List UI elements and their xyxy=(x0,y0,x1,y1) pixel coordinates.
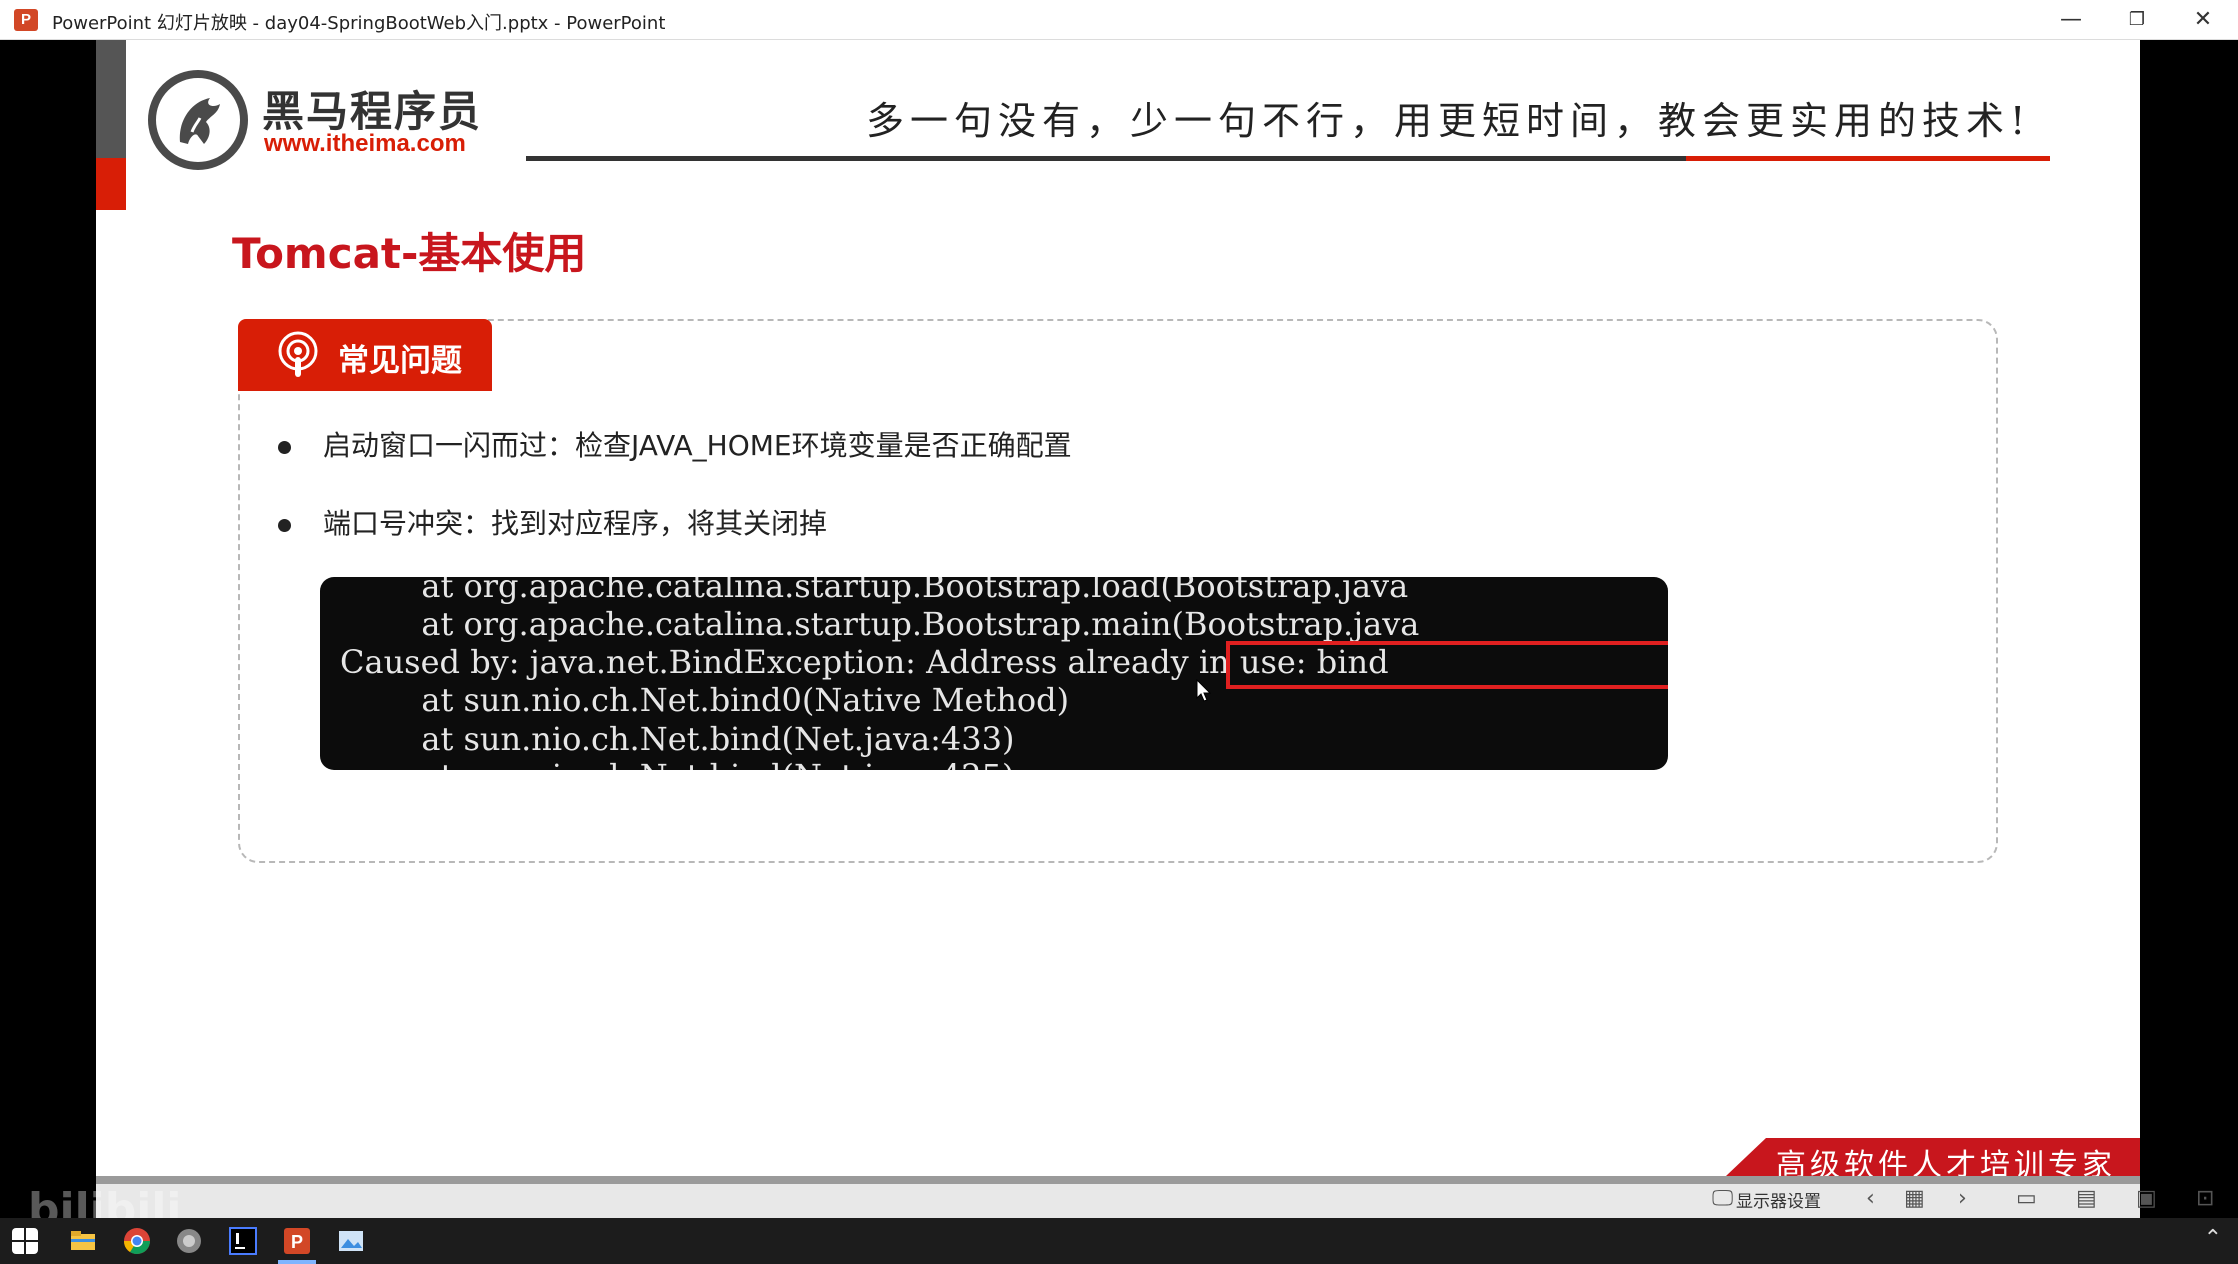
podcast-icon xyxy=(278,331,318,377)
powerpoint-icon: P xyxy=(14,9,38,31)
bullet-text: 启动窗口一闪而过：检查JAVA_HOME环境变量是否正确配置 xyxy=(323,429,1072,462)
console-line: at sun.nio.ch.Net.bind(Net.java:433) xyxy=(340,720,1015,758)
console-line: at org.apache.catalina.startup.Bootstrap… xyxy=(340,577,1409,605)
slideshow-toolbar: 🖵 显示器设置 ‹ ▦ › ▭ ▤ ▣ ⊡ xyxy=(96,1176,2214,1218)
app-icon[interactable] xyxy=(174,1226,204,1256)
error-highlight-box xyxy=(1226,641,1668,689)
left-accent-bar-red xyxy=(96,158,126,210)
previous-slide-icon[interactable]: ‹ xyxy=(1866,1186,1875,1211)
restore-button[interactable]: ❐ xyxy=(2106,0,2168,40)
slideshow-icon[interactable]: ⊡ xyxy=(2196,1186,2214,1211)
monitor-icon[interactable]: 🖵 xyxy=(1712,1186,1733,1211)
taskbar: P ⌃ xyxy=(0,1218,2238,1264)
bullet-item: 端口号冲突：找到对应程序，将其关闭掉 xyxy=(278,502,827,542)
faq-tab-label: 常见问题 xyxy=(338,343,462,379)
brand-ribbon: 高级软件人才培训专家 xyxy=(1726,1138,2140,1176)
svg-text:P: P xyxy=(291,1232,303,1252)
header-rule-accent xyxy=(1686,156,2050,161)
slide-navigator-icon[interactable]: ▦ xyxy=(1904,1186,1925,1211)
tray-expand-icon[interactable]: ⌃ xyxy=(2204,1226,2222,1251)
image-viewer-icon[interactable] xyxy=(336,1226,366,1256)
header-rule xyxy=(526,156,1686,161)
console-line: at sun.nio.ch.Net.bind0(Native Method) xyxy=(340,681,1070,719)
bullet-item: 启动窗口一闪而过：检查JAVA_HOME环境变量是否正确配置 xyxy=(278,424,1072,464)
bullet-dot xyxy=(278,518,291,532)
ribbon-text: 高级软件人才培训专家 xyxy=(1776,1148,2116,1176)
horse-logo-icon xyxy=(179,98,220,144)
file-explorer-icon[interactable] xyxy=(68,1226,98,1256)
next-slide-icon[interactable]: › xyxy=(1958,1186,1967,1211)
logo-url: www.itheima.com xyxy=(264,130,466,157)
normal-view-icon[interactable]: ▭ xyxy=(2016,1186,2037,1211)
console-line: at org.apache.catalina.startup.Bootstrap… xyxy=(340,605,1420,643)
faq-tab: 常见问题 xyxy=(238,319,492,391)
slogan: 多一句没有，少一句不行，用更短时间，教会更实用的技术! xyxy=(866,99,2032,143)
reading-view-icon[interactable]: ▣ xyxy=(2136,1186,2157,1211)
active-window-indicator xyxy=(278,1260,316,1264)
window-title: PowerPoint 幻灯片放映 - day04-SpringBootWeb入门… xyxy=(52,13,666,34)
slide-title: Tomcat-基本使用 xyxy=(232,229,587,278)
window-titlebar: P PowerPoint 幻灯片放映 - day04-SpringBootWeb… xyxy=(0,0,2238,40)
slide-sorter-icon[interactable]: ▤ xyxy=(2076,1186,2097,1211)
slide-canvas[interactable]: 黑马程序员 www.itheima.com 多一句没有，少一句不行，用更短时间，… xyxy=(96,40,2140,1176)
left-accent-bar xyxy=(96,40,126,158)
windows-start-icon[interactable] xyxy=(12,1228,38,1254)
mouse-cursor-icon xyxy=(1196,679,1212,702)
console-line: at sun.nio.ch.Net.bind(Net.java:425) xyxy=(340,757,1014,770)
bullet-dot xyxy=(278,440,291,454)
close-button[interactable]: ✕ xyxy=(2172,0,2234,40)
minimize-button[interactable]: — xyxy=(2040,0,2102,40)
bullet-text: 端口号冲突：找到对应程序，将其关闭掉 xyxy=(323,507,828,540)
powerpoint-taskbar-icon[interactable]: P xyxy=(282,1226,312,1256)
display-settings-button[interactable]: 显示器设置 xyxy=(1736,1187,1821,1212)
chrome-icon[interactable] xyxy=(122,1226,152,1256)
console-screenshot: at org.apache.catalina.startup.Bootstrap… xyxy=(320,577,1668,770)
intellij-icon[interactable] xyxy=(228,1226,258,1256)
